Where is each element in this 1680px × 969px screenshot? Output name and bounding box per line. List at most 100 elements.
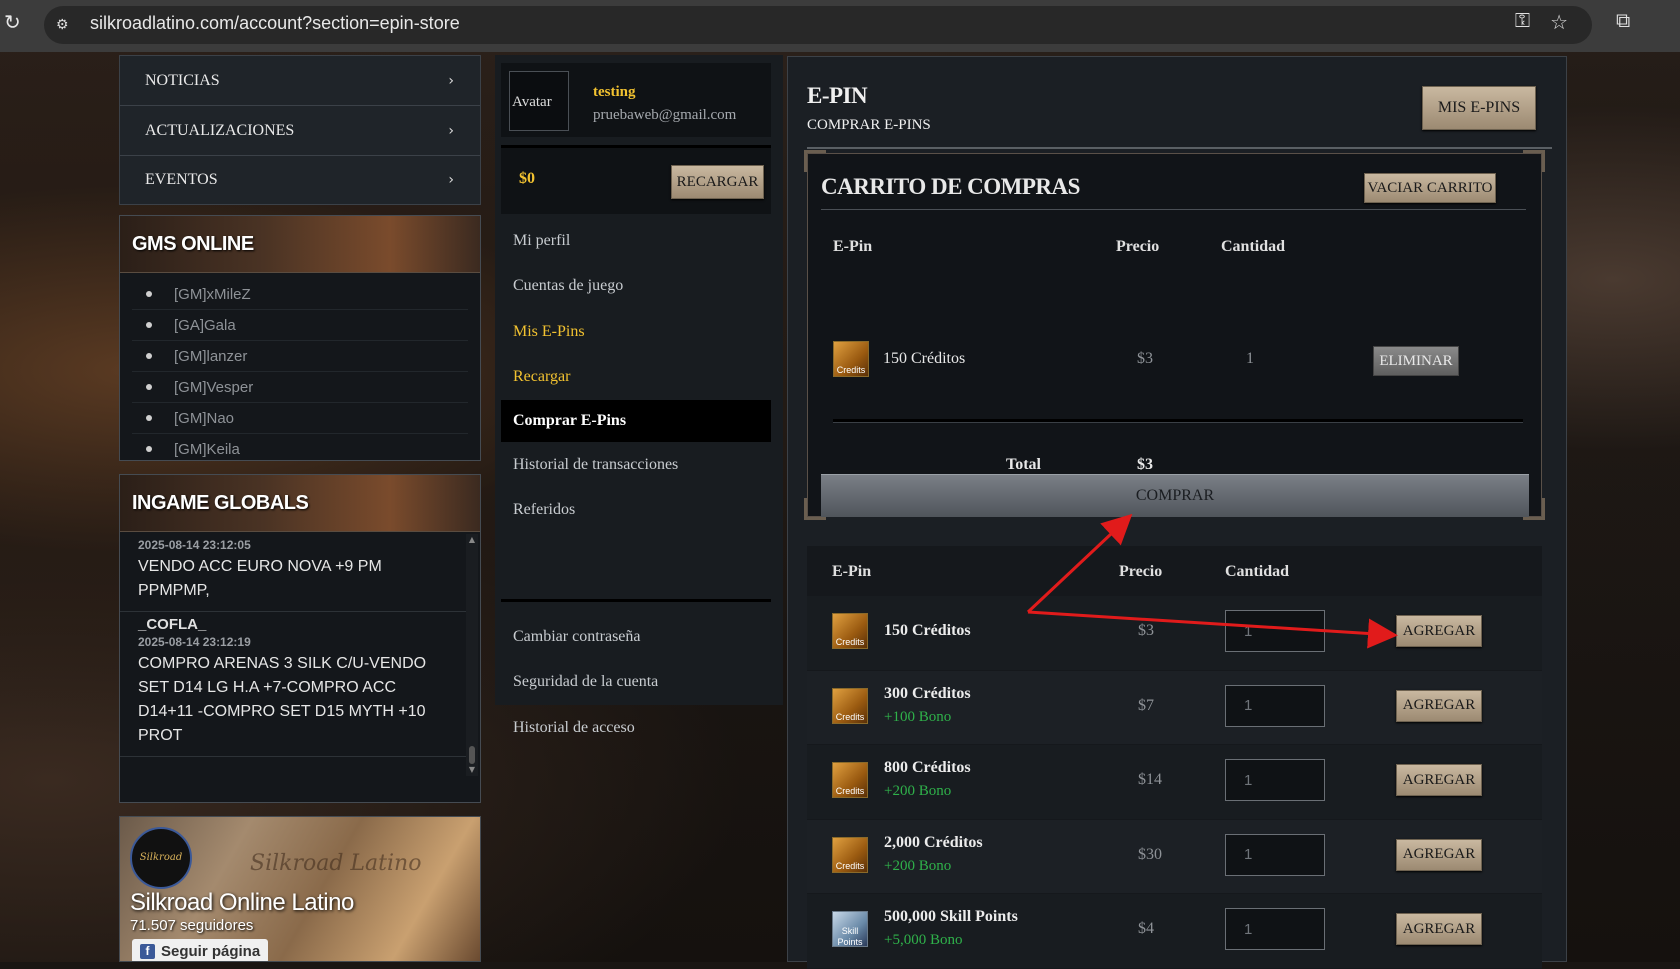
gms-online-panel: GMS ONLINE [GM]xMileZ [GA]Gala [GM]lanze…: [119, 215, 481, 461]
facebook-page-name[interactable]: Silkroad Online Latino: [130, 889, 354, 917]
bullet-icon: [146, 353, 152, 359]
reload-icon[interactable]: ↻: [4, 12, 26, 34]
divider: [807, 147, 1552, 149]
page-subtitle: COMPRAR E-PINS: [807, 117, 931, 133]
item-name: 800 Créditos: [884, 759, 971, 776]
gms-online-title: GMS ONLINE: [120, 216, 480, 273]
scroll-down-icon[interactable]: ▼: [466, 764, 478, 776]
nav-item-noticias[interactable]: NOTICIAS ›: [119, 55, 481, 105]
column-header-qty: Cantidad: [1225, 563, 1290, 580]
table-row: Skill Points 500,000 Skill Points +5,000…: [807, 894, 1542, 969]
globals-feed[interactable]: 2025-08-14 23:12:05 VENDO ACC EURO NOVA …: [120, 532, 480, 778]
column-header-epin: E-Pin: [833, 238, 873, 255]
add-to-cart-button[interactable]: AGREGAR: [1396, 615, 1482, 647]
item-bonus: +200 Bono: [884, 783, 952, 799]
recharge-button[interactable]: RECARGAR: [671, 165, 764, 199]
quantity-input[interactable]: 1: [1225, 759, 1325, 801]
nav-item-actualizaciones[interactable]: ACTUALIZACIONES ›: [119, 105, 481, 155]
list-item: [GM]xMileZ: [132, 279, 468, 310]
item-price: $30: [1138, 845, 1162, 863]
quantity-input[interactable]: 1: [1225, 610, 1325, 652]
credits-icon: Credits: [833, 341, 869, 377]
global-message: 2025-08-14 23:12:05 VENDO ACC EURO NOVA …: [120, 532, 466, 612]
nav-item-label: ACTUALIZACIONES: [145, 121, 295, 139]
item-price: $7: [1138, 696, 1154, 714]
menu-item-historial-acceso[interactable]: Historial de acceso: [501, 705, 771, 751]
item-bonus: +5,000 Bono: [884, 932, 963, 948]
scroll-thumb[interactable]: [469, 746, 475, 764]
site-info-icon[interactable]: ⚙: [56, 13, 78, 35]
avatar: Avatar: [509, 71, 569, 131]
profile-card: Avatar testing pruebaweb@gmail.com: [501, 63, 771, 137]
total-label: Total: [1006, 456, 1041, 473]
facebook-icon: f: [140, 943, 155, 959]
menu-item-recargar[interactable]: Recargar: [501, 355, 771, 401]
credits-icon: Credits: [832, 687, 868, 724]
menu-item-cambiar-contrasena[interactable]: Cambiar contraseña: [501, 614, 771, 660]
item-price: $3: [1138, 622, 1154, 639]
nav-item-label: NOTICIAS: [145, 71, 220, 89]
gms-online-list: [GM]xMileZ [GA]Gala [GM]lanzer [GM]Vespe…: [120, 273, 480, 468]
bookmark-star-icon[interactable]: ☆: [1550, 10, 1568, 35]
menu-item-mi-perfil[interactable]: Mi perfil: [501, 218, 771, 264]
extensions-icon[interactable]: ⧉: [1616, 10, 1630, 33]
key-icon[interactable]: ⚿: [1515, 10, 1530, 35]
cart-item-qty: 1: [1246, 350, 1254, 367]
cart-title: CARRITO DE COMPRAS: [821, 174, 1080, 199]
empty-cart-button[interactable]: VACIAR CARRITO: [1364, 173, 1496, 203]
chevron-right-icon: ›: [448, 172, 454, 188]
remove-item-button[interactable]: ELIMINAR: [1373, 346, 1459, 376]
global-time: 2025-08-14 23:12:19: [138, 635, 251, 649]
cart-item-name: 150 Créditos: [883, 350, 966, 367]
globals-scrollbar[interactable]: ▲ ▼: [466, 534, 478, 776]
url-text[interactable]: silkroadlatino.com/account?section=epin-…: [90, 11, 460, 35]
quantity-input[interactable]: 1: [1225, 833, 1325, 876]
scroll-up-icon[interactable]: ▲: [466, 534, 478, 546]
menu-item-historial-transacciones[interactable]: Historial de transacciones: [501, 442, 771, 488]
silkroad-logo: Silkroad: [130, 827, 192, 889]
address-bar-icons: ⚿ ☆: [1515, 10, 1568, 35]
global-time: 2025-08-14 23:12:05: [138, 538, 251, 552]
divider: [833, 419, 1523, 423]
item-name: 300 Créditos: [884, 684, 971, 702]
item-price: $14: [1138, 771, 1162, 788]
add-to-cart-button[interactable]: AGREGAR: [1396, 838, 1482, 871]
item-name: 500,000 Skill Points: [884, 908, 1018, 925]
menu-item-mis-epins[interactable]: Mis E-Pins: [501, 309, 771, 355]
nav-item-label: EVENTOS: [145, 171, 218, 188]
account-panel: Avatar testing pruebaweb@gmail.com $0 RE…: [495, 55, 783, 736]
my-epins-button[interactable]: MIS E-PINS: [1422, 86, 1536, 130]
chevron-right-icon: ›: [448, 122, 454, 139]
nav-item-eventos[interactable]: EVENTOS ›: [119, 155, 481, 205]
facebook-page-card[interactable]: Silkroad Silkroad Latino Silkroad Online…: [119, 816, 481, 962]
list-item: [GM]Nao: [132, 403, 468, 434]
menu-item-comprar-epins[interactable]: Comprar E-Pins: [501, 400, 771, 442]
list-item: [GM]Keila: [132, 434, 468, 464]
quantity-input[interactable]: 1: [1225, 908, 1325, 950]
credits-icon: Credits: [832, 613, 868, 649]
add-to-cart-button[interactable]: AGREGAR: [1396, 689, 1482, 722]
column-header-price: Precio: [1116, 238, 1160, 255]
column-header-price: Precio: [1119, 563, 1163, 580]
menu-item-referidos[interactable]: Referidos: [501, 488, 771, 534]
table-header: E-Pin Precio Cantidad: [807, 546, 1542, 596]
quantity-input[interactable]: 1: [1225, 684, 1325, 727]
corner-ornament: [804, 150, 826, 172]
follow-page-button[interactable]: f Seguir página: [132, 939, 269, 961]
balance-value: $0: [519, 170, 535, 187]
bullet-icon: [146, 384, 152, 390]
item-price: $4: [1138, 920, 1154, 937]
buy-button[interactable]: COMPRAR: [821, 474, 1529, 517]
add-to-cart-button[interactable]: AGREGAR: [1396, 764, 1482, 796]
list-item: [GM]Vesper: [132, 372, 468, 403]
cover-artwork: Silkroad Latino: [250, 851, 422, 876]
table-row: Credits 150 Créditos $3 1 AGREGAR: [807, 596, 1542, 671]
chevron-right-icon: ›: [448, 72, 454, 89]
credits-icon: Credits: [832, 762, 868, 798]
menu-item-cuentas-de-juego[interactable]: Cuentas de juego: [501, 264, 771, 310]
table-row: Credits 800 Créditos +200 Bono $14 1 AGR…: [807, 745, 1542, 820]
menu-item-seguridad-cuenta[interactable]: Seguridad de la cuenta: [501, 660, 771, 706]
page-title: E-PIN: [807, 83, 868, 108]
add-to-cart-button[interactable]: AGREGAR: [1396, 913, 1482, 945]
menu-divider: [501, 599, 771, 602]
